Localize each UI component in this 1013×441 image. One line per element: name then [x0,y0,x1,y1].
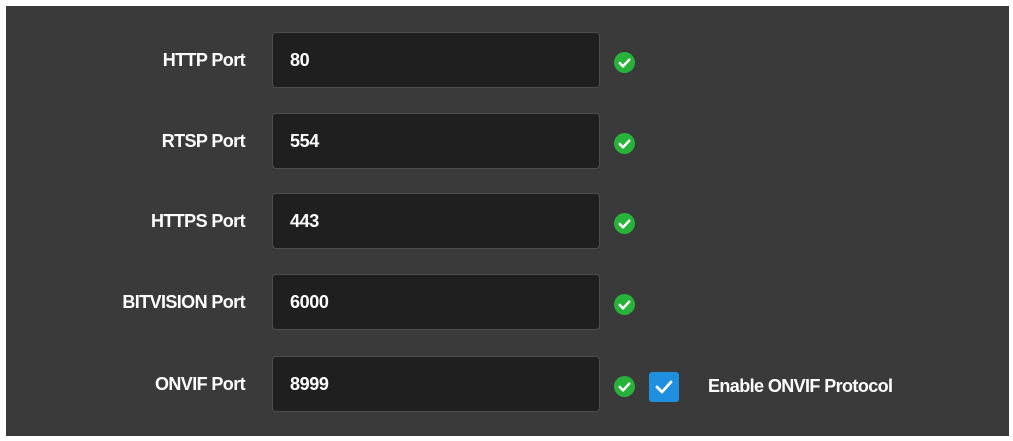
onvif-port-input[interactable] [272,356,600,412]
enable-onvif-label: Enable ONVIF Protocol [708,376,893,396]
onvif-port-row: ONVIF Port Enable ONVIF Protocol [6,356,1009,412]
check-circle-icon [614,294,635,315]
onvif-port-label: ONVIF Port [154,374,246,394]
rtsp-port-label: RTSP Port [161,131,246,151]
rtsp-port-row: RTSP Port [6,113,1009,169]
http-port-input[interactable] [272,32,600,88]
bitvision-port-row: BITVISION Port [6,274,1009,330]
https-port-label: HTTPS Port [150,211,246,231]
https-port-row: HTTPS Port [6,193,1009,249]
http-port-label: HTTP Port [162,50,246,70]
checkmark-icon [655,380,673,394]
enable-onvif-checkbox[interactable] [649,372,679,402]
check-circle-icon [614,213,635,234]
https-port-input[interactable] [272,193,600,249]
bitvision-port-label: BITVISION Port [122,292,245,312]
bitvision-port-input[interactable] [272,274,600,330]
http-port-row: HTTP Port [6,32,1009,88]
check-circle-icon [614,376,635,397]
check-circle-icon [614,52,635,73]
rtsp-port-input[interactable] [272,113,600,169]
check-circle-icon [614,133,635,154]
network-port-settings-panel: HTTP Port RTSP Port HTTPS Port BITVISION… [6,6,1009,436]
